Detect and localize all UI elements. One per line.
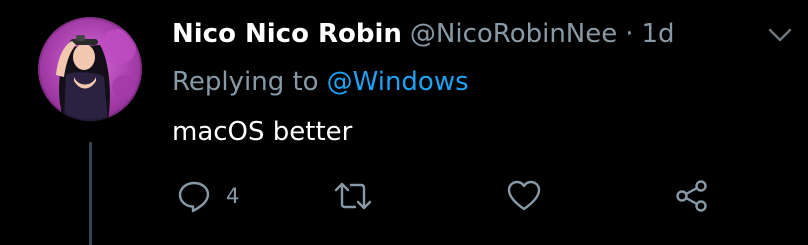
avatar[interactable] [38,17,142,121]
reply-count: 4 [226,184,240,208]
comment-icon [178,181,210,213]
tweet-text: macOS better [172,117,353,147]
chevron-down-icon[interactable] [765,22,795,48]
avatar-image [38,17,142,121]
separator-dot: · [625,19,634,49]
tweet[interactable]: Nico Nico Robin @NicoRobinNee · 1d Reply… [0,0,808,245]
user-handle[interactable]: @NicoRobinNee [410,14,617,54]
retweet-button[interactable] [333,178,373,214]
thread-line [89,142,92,245]
share-icon [676,180,707,212]
replying-to: Replying to @Windows [172,62,469,102]
replying-to-label: Replying to [172,67,319,97]
reply-button[interactable]: 4 [176,178,239,214]
reply-mention-link[interactable]: @Windows [327,67,469,97]
share-button[interactable] [674,178,710,214]
heart-icon [507,180,541,211]
retweet-icon [334,182,372,210]
like-button[interactable] [506,178,542,214]
display-name[interactable]: Nico Nico Robin [172,14,402,54]
timestamp[interactable]: 1d [642,14,675,54]
tweet-header: Nico Nico Robin @NicoRobinNee · 1d [172,14,675,54]
